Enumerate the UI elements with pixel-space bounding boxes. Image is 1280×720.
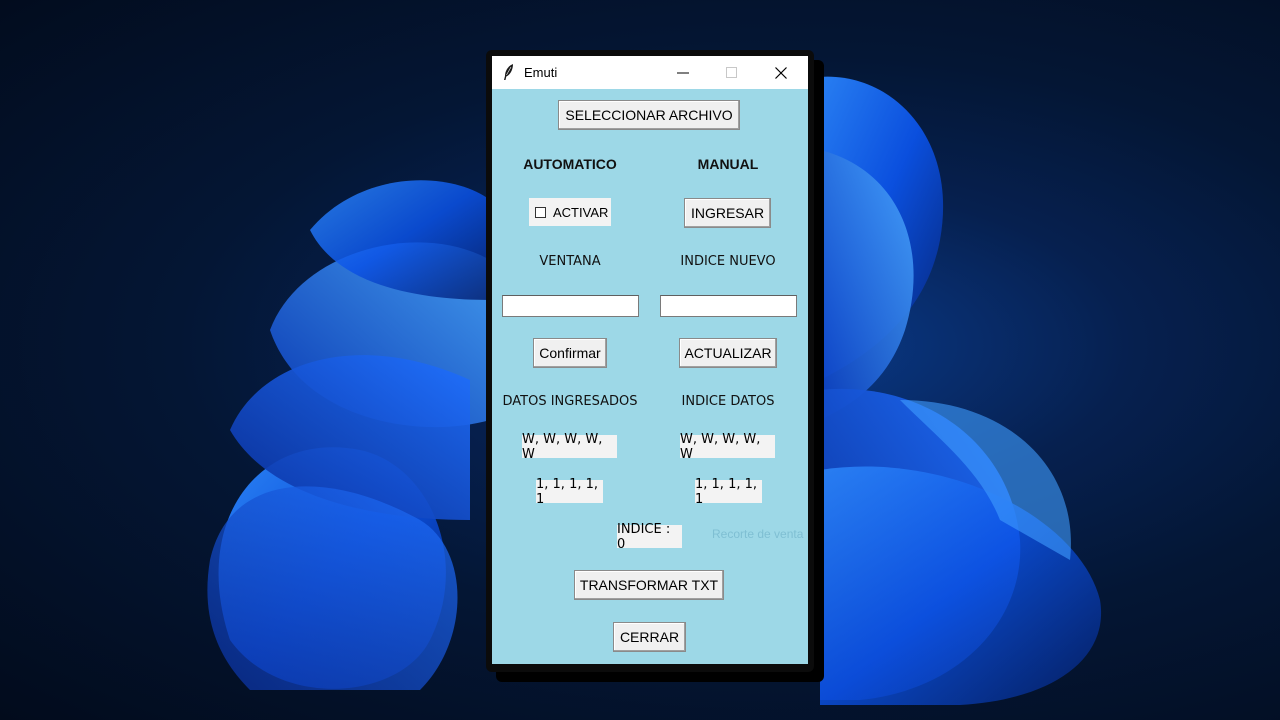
- minimize-button[interactable]: [660, 56, 706, 89]
- index-data-numbers: 1, 1, 1, 1, 1: [695, 477, 762, 507]
- manual-heading: MANUAL: [697, 156, 759, 172]
- confirm-button[interactable]: Confirmar: [533, 338, 607, 368]
- transform-txt-button[interactable]: TRANSFORMAR TXT: [574, 570, 724, 600]
- index-data-letters: W, W, W, W, W: [680, 432, 775, 462]
- index-status: INDICE : 0: [617, 522, 682, 552]
- update-button[interactable]: ACTUALIZAR: [679, 338, 777, 368]
- new-index-input[interactable]: [661, 296, 796, 316]
- close-icon: [775, 66, 787, 79]
- window-title: Emuti: [524, 65, 558, 80]
- maximize-button[interactable]: [708, 56, 754, 89]
- close-app-button[interactable]: CERRAR: [613, 622, 686, 652]
- title-bar[interactable]: Emuti: [492, 56, 808, 89]
- checkbox-box[interactable]: [535, 206, 546, 218]
- close-button[interactable]: [758, 56, 804, 89]
- feather-icon: [504, 64, 513, 80]
- app-window: Emuti SELECCIONAR ARCHIVO AUTOMATICO MAN…: [486, 50, 814, 672]
- new-index-field: [660, 295, 797, 317]
- entered-data-numbers: 1, 1, 1, 1, 1: [536, 477, 603, 507]
- activate-label: ACTIVAR: [553, 204, 609, 220]
- entered-data-label: DATOS INGRESADOS: [502, 394, 638, 409]
- window-field: [502, 295, 639, 317]
- window-label: VENTANA: [539, 254, 601, 269]
- entered-data-letters: W, W, W, W, W: [522, 432, 617, 462]
- select-file-button[interactable]: SELECCIONAR ARCHIVO: [558, 100, 740, 130]
- window-input[interactable]: [503, 296, 638, 316]
- index-data-label: INDICE DATOS: [681, 394, 775, 409]
- maximize-icon: [725, 67, 737, 78]
- minimize-icon: [677, 72, 689, 73]
- enter-button[interactable]: INGRESAR: [684, 198, 771, 228]
- snip-tool-ghost-text: Recorte de venta: [712, 527, 804, 541]
- activate-checkbox[interactable]: ACTIVAR: [529, 198, 611, 226]
- client-area: SELECCIONAR ARCHIVO AUTOMATICO MANUAL AC…: [492, 89, 808, 664]
- new-index-label: INDICE NUEVO: [680, 254, 776, 269]
- automatic-heading: AUTOMATICO: [523, 156, 617, 172]
